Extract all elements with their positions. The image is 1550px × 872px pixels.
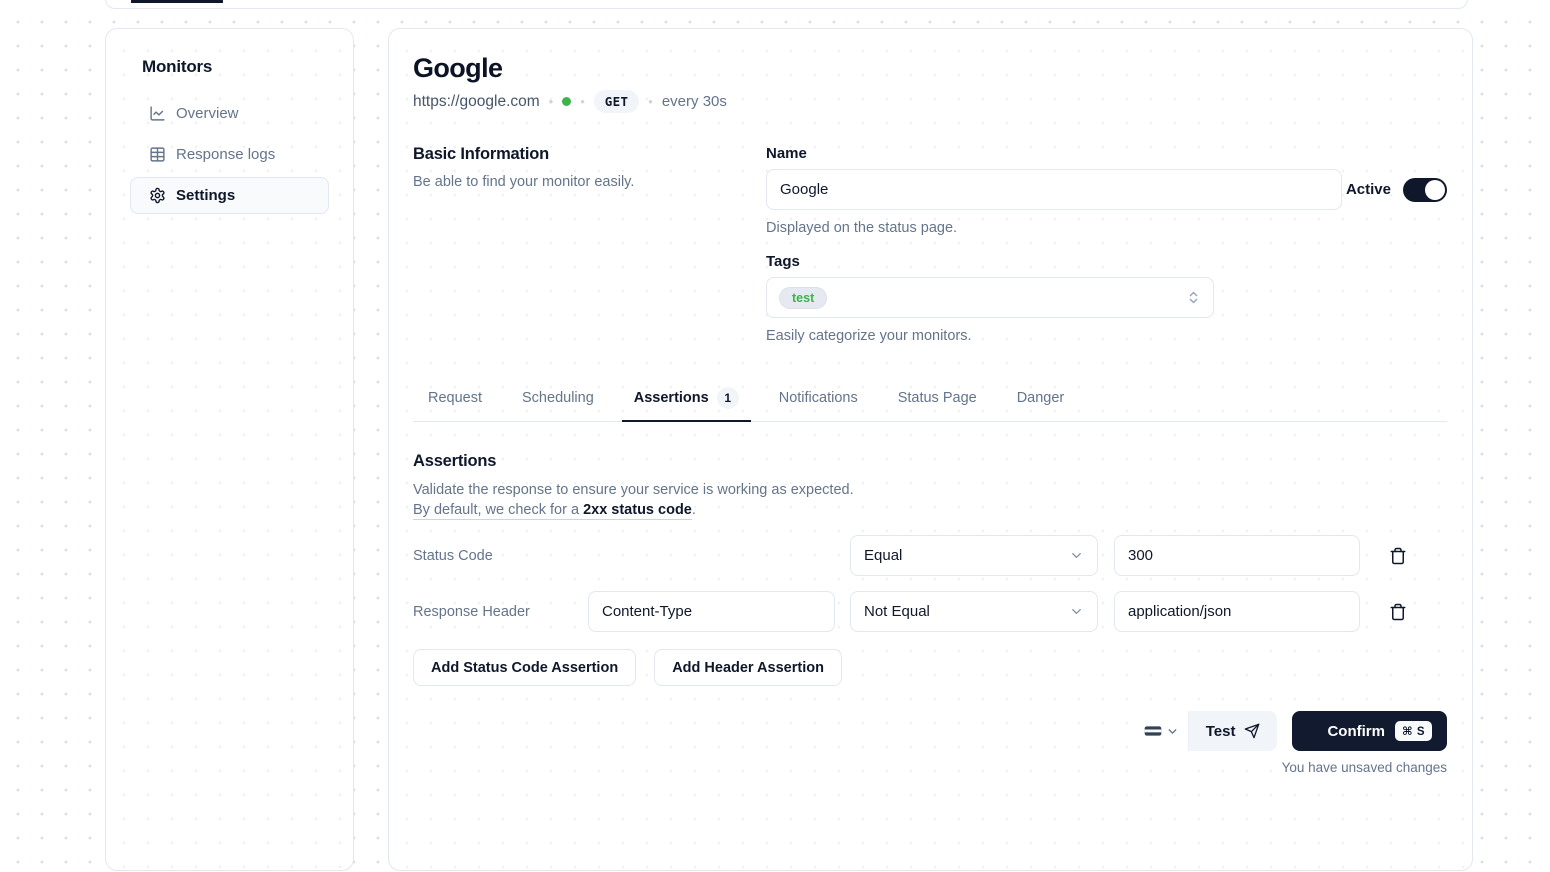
active-label: Active [1346,181,1391,198]
comparator-select[interactable]: Not Equal [850,591,1098,632]
add-status-code-assertion-button[interactable]: Add Status Code Assertion [413,649,636,686]
settings-tabs: Request Scheduling Assertions 1 Notifica… [413,377,1447,422]
tags-help: Easily categorize your monitors. [766,328,1214,344]
assertions-heading: Assertions [413,452,1447,471]
monitor-settings-panel: Google https://google.com • • GET • ever… [388,28,1473,871]
monitor-title: Google [413,53,1447,84]
tags-label: Tags [766,253,1214,270]
active-nav-underline [131,0,223,3]
sidebar-item-label: Overview [176,105,239,122]
sidebar-item-settings[interactable]: Settings [130,177,329,214]
tab-assertions[interactable]: Assertions 1 [622,377,751,421]
sidebar-item-response-logs[interactable]: Response logs [130,136,329,173]
footer-actions: Test Confirm ⌘ S [413,711,1447,751]
chevrons-up-down-icon [1186,290,1201,305]
basic-information-section: Basic Information Be able to find your m… [413,145,1447,344]
name-help: Displayed on the status page. [766,220,1342,236]
comparator-select[interactable]: Equal [850,535,1098,576]
region-dropdown-button[interactable] [1134,711,1189,751]
test-button[interactable]: Test [1189,711,1278,751]
dot-separator: • [549,95,554,108]
assertion-key-input[interactable] [588,591,835,632]
chevron-down-icon [1069,604,1084,619]
add-header-assertion-button[interactable]: Add Header Assertion [654,649,842,686]
page-layout: Monitors Overview Response logs Settings… [105,28,1473,871]
active-toggle[interactable] [1403,178,1447,202]
basic-information-heading: Basic Information [413,145,766,164]
delete-assertion-button[interactable] [1387,545,1409,567]
toggle-knob [1425,180,1445,200]
monitor-frequency: every 30s [662,93,727,110]
sidebar-item-label: Settings [176,187,235,204]
tags-select[interactable]: test [766,277,1214,318]
tab-danger[interactable]: Danger [1005,377,1077,421]
table-icon [149,146,166,163]
confirm-button[interactable]: Confirm ⌘ S [1292,711,1447,751]
region-flag-icon [1143,721,1163,741]
unsaved-changes-note: You have unsaved changes [413,760,1447,775]
delete-assertion-button[interactable] [1387,601,1409,623]
tab-request[interactable]: Request [416,377,494,421]
assertion-type-label: Response Header [413,604,588,620]
sidebar-item-label: Response logs [176,146,275,163]
tag-pill: test [779,287,827,309]
tab-notifications[interactable]: Notifications [767,377,870,421]
sidebar: Monitors Overview Response logs Settings [105,28,354,871]
status-dot [562,97,571,106]
send-icon [1244,723,1260,739]
basic-information-description: Be able to find your monitor easily. [413,172,766,192]
sidebar-title: Monitors [130,57,329,77]
assertion-row-response-header: Response Header Not Equal [413,591,1447,632]
assertions-description: Validate the response to ensure your ser… [413,480,1447,520]
gear-icon [149,187,166,204]
tab-status-page[interactable]: Status Page [886,377,989,421]
trash-icon [1389,547,1407,565]
assertions-section: Assertions Validate the response to ensu… [413,452,1447,686]
monitor-meta-row: https://google.com • • GET • every 30s [413,90,1447,113]
chart-line-icon [149,105,166,122]
trash-icon [1389,603,1407,621]
sidebar-item-overview[interactable]: Overview [130,95,329,132]
name-label: Name [766,145,1342,162]
name-input[interactable] [766,169,1342,210]
assertion-type-label: Status Code [413,548,588,564]
chevron-down-icon [1166,725,1179,738]
assertion-row-status-code: Status Code Equal [413,535,1447,576]
dot-separator: • [580,95,585,108]
add-assertion-row: Add Status Code Assertion Add Header Ass… [413,649,1447,686]
test-button-group: Test [1134,711,1278,751]
tab-scheduling[interactable]: Scheduling [510,377,606,421]
assertion-value-input[interactable] [1114,535,1360,576]
default-check-note: By default, we check for a 2xx status co… [413,502,692,520]
assertions-count-badge: 1 [717,387,739,409]
monitor-url: https://google.com [413,93,540,111]
method-badge: GET [594,90,639,113]
keyboard-shortcut-badge: ⌘ S [1395,721,1432,741]
chevron-down-icon [1069,548,1084,563]
dot-separator: • [648,95,653,108]
assertion-value-input[interactable] [1114,591,1360,632]
top-nav-remnant [105,0,1468,9]
